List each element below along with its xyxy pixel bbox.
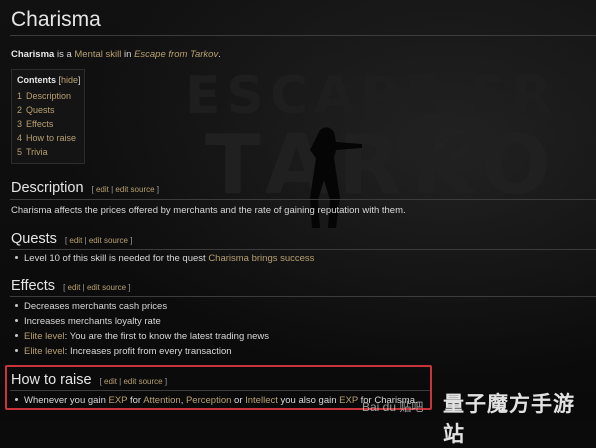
toc-title: Contents (17, 75, 56, 85)
section-divider (10, 296, 596, 297)
edit-links: [ edit | edit source ] (63, 283, 130, 292)
list-item: Decreases merchants cash prices (15, 301, 167, 312)
title-divider (10, 35, 596, 36)
toc-hide-link[interactable]: hide (61, 75, 78, 85)
list-item: Elite level: You are the first to know t… (15, 331, 269, 342)
toc-number: 1 (17, 91, 23, 101)
heading-text: Effects (11, 278, 56, 294)
toc-label: Trivia (26, 147, 48, 157)
wiki-page: Charisma Charisma is a Mental skill in E… (0, 0, 596, 446)
edit-source-link[interactable]: edit source (89, 236, 128, 245)
toc-item-quests[interactable]: 2 Quests (17, 105, 55, 115)
intro-text: is a (54, 49, 75, 60)
mental-skill-link[interactable]: Mental skill (74, 49, 121, 60)
section-divider (10, 249, 596, 250)
list-item: Elite level: Increases profit from every… (15, 346, 232, 357)
elite-level-link[interactable]: Elite level (24, 346, 65, 357)
toc-label: Quests (26, 105, 55, 115)
toc-number: 3 (17, 119, 23, 129)
edit-source-link[interactable]: edit source (87, 283, 126, 292)
toc-number: 4 (17, 133, 23, 143)
list-item-text: Decreases merchants cash prices (24, 301, 168, 312)
toc-item-how-to-raise[interactable]: 4 How to raise (17, 133, 76, 143)
toc-label: Effects (26, 119, 54, 129)
bullet-icon (15, 318, 18, 322)
elite-level-link[interactable]: Elite level (24, 331, 65, 342)
list-item: Increases merchants loyalty rate (15, 316, 161, 327)
escape-from-tarkov-link[interactable]: Escape from Tarkov (134, 49, 218, 60)
bracket: ] (127, 236, 133, 245)
bullet-icon (15, 303, 18, 307)
intro-paragraph: Charisma is a Mental skill in Escape fro… (11, 49, 221, 60)
bullet-icon (15, 333, 18, 337)
watermark-large: 量子魔方手游站 (443, 392, 575, 446)
toc-bracket: ] (78, 75, 81, 85)
section-divider (10, 199, 596, 200)
edit-link[interactable]: edit (96, 185, 109, 194)
toc-item-trivia[interactable]: 5 Trivia (17, 147, 48, 157)
edit-link[interactable]: edit (68, 283, 81, 292)
edit-source-link[interactable]: edit source (115, 185, 154, 194)
list-item-text: Level 10 of this skill is needed for the… (24, 253, 209, 264)
toc-number: 5 (17, 147, 23, 157)
heading-text: Description (11, 180, 84, 196)
bracket: ] (154, 185, 160, 194)
heading-text: Quests (11, 231, 57, 247)
list-item-text: : You are the first to know the latest t… (64, 331, 270, 342)
page-title: Charisma (11, 8, 101, 31)
section-heading-description: Description [ edit | edit source ] (11, 180, 159, 196)
section-heading-effects: Effects [ edit | edit source ] (11, 278, 131, 294)
intro-text: . (218, 49, 221, 60)
edit-links: [ edit | edit source ] (92, 185, 159, 194)
edit-links: [ edit | edit source ] (65, 236, 132, 245)
table-of-contents: Contents [hide] 1 Description 2 Quests 3 Ef… (11, 69, 85, 164)
edit-link[interactable]: edit (69, 236, 82, 245)
bracket: ] (126, 283, 131, 292)
list-item-text: : Increases profit from every transactio… (64, 346, 232, 357)
toc-label: Description (26, 91, 72, 101)
intro-text: in (121, 49, 135, 60)
watermark-small: Bai du 贴吧 (362, 400, 424, 414)
section-heading-quests: Quests [ edit | edit source ] (11, 231, 132, 247)
list-item-text: Increases merchants loyalty rate (24, 316, 161, 327)
list-item: Level 10 of this skill is needed for the… (15, 253, 314, 264)
toc-heading: Contents [hide] (17, 75, 81, 85)
toc-item-effects[interactable]: 3 Effects (17, 119, 53, 129)
quest-link[interactable]: Charisma brings success (208, 253, 314, 264)
intro-bold: Charisma (11, 49, 55, 60)
toc-number: 2 (17, 105, 23, 115)
description-text: Charisma affects the prices offered by m… (11, 205, 406, 216)
toc-item-description[interactable]: 1 Description (17, 91, 71, 101)
bullet-icon (15, 255, 18, 259)
toc-label: How to raise (26, 133, 77, 143)
bullet-icon (15, 348, 18, 352)
